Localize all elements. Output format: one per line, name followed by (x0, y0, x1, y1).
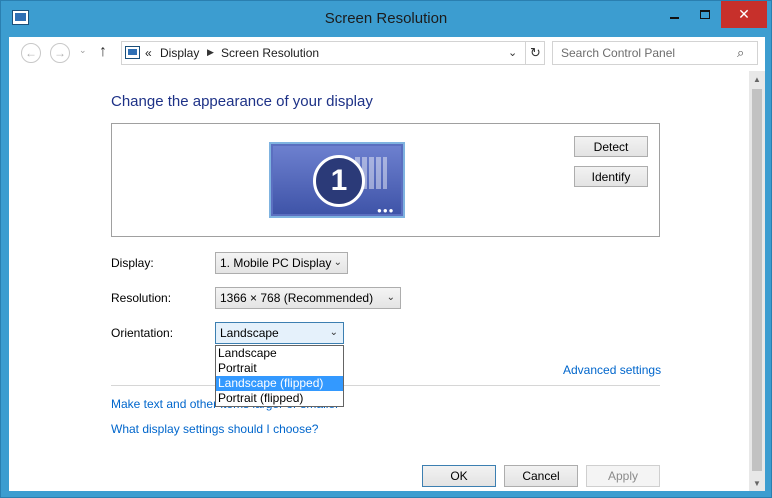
orientation-option-landscape[interactable]: Landscape (216, 346, 343, 361)
resolution-select[interactable]: 1366 × 768 (Recommended) ⌄ (215, 287, 401, 309)
chevron-down-icon: ⌄ (333, 257, 342, 268)
orientation-dropdown-list: Landscape Portrait Landscape (flipped) P… (215, 345, 344, 407)
search-box[interactable]: ⌕ (552, 41, 758, 65)
page-title: Change the appearance of your display (111, 93, 373, 110)
chevron-down-icon: ⌄ (329, 327, 338, 338)
vertical-scrollbar[interactable]: ▲ ▼ (749, 71, 765, 491)
orientation-option-portrait-flipped[interactable]: Portrait (flipped) (216, 391, 343, 406)
window-title: Screen Resolution (324, 10, 448, 27)
apply-button[interactable]: Apply (586, 465, 660, 487)
recent-locations-button[interactable]: ⌄ (79, 45, 87, 56)
scroll-down-icon[interactable]: ▼ (749, 475, 765, 491)
search-icon[interactable]: ⌕ (737, 45, 744, 61)
cancel-button[interactable]: Cancel (504, 465, 578, 487)
back-arrow-icon: ← (25, 46, 37, 60)
display-label: Display: (111, 256, 154, 270)
monitor-1[interactable]: 1 ●●● (269, 142, 405, 218)
chevron-down-icon: ⌄ (79, 45, 87, 55)
display-select-value: 1. Mobile PC Display (220, 256, 332, 270)
up-arrow-icon: ↑ (99, 43, 107, 60)
scroll-thumb[interactable] (752, 89, 762, 471)
display-select[interactable]: 1. Mobile PC Display ⌄ (215, 252, 348, 274)
search-input[interactable] (553, 42, 729, 64)
ok-button[interactable]: OK (422, 465, 496, 487)
breadcrumb-overflow[interactable]: « (145, 46, 152, 60)
chevron-down-icon: ⌄ (386, 292, 395, 303)
maximize-button[interactable] (691, 1, 719, 28)
breadcrumb[interactable]: « Display ▶ Screen Resolution ⌄ ↻ (121, 41, 545, 65)
scroll-up-icon[interactable]: ▲ (749, 71, 765, 87)
detect-button[interactable]: Detect (574, 136, 648, 157)
title-bar[interactable]: Screen Resolution ✕ (1, 1, 771, 37)
maximize-icon (700, 10, 710, 19)
up-button[interactable]: ↑ (99, 43, 107, 61)
close-button[interactable]: ✕ (721, 1, 767, 28)
breadcrumb-separator-icon[interactable]: ▶ (207, 47, 214, 58)
orientation-select[interactable]: Landscape ⌄ (215, 322, 344, 344)
monitor-number-badge: 1 (313, 155, 365, 207)
orientation-option-landscape-flipped[interactable]: Landscape (flipped) (216, 376, 343, 391)
refresh-icon: ↻ (530, 45, 541, 60)
close-icon: ✕ (738, 6, 750, 22)
address-dropdown-icon[interactable]: ⌄ (508, 46, 517, 59)
help-link[interactable]: What display settings should I choose? (111, 422, 318, 436)
orientation-select-value: Landscape (220, 326, 279, 340)
forward-arrow-icon: → (54, 46, 66, 60)
breadcrumb-display[interactable]: Display (160, 46, 199, 60)
monitor-screen: 1 ●●● (273, 146, 401, 215)
minimize-button[interactable] (660, 1, 688, 28)
monitor-dots-icon: ●●● (377, 206, 395, 215)
breadcrumb-screen-resolution[interactable]: Screen Resolution (221, 46, 319, 60)
forward-button[interactable]: → (50, 43, 70, 63)
advanced-settings-link[interactable]: Advanced settings (563, 363, 661, 377)
back-button[interactable]: ← (21, 43, 41, 63)
content-pane: Change the appearance of your display 1 … (9, 71, 749, 491)
resolution-label: Resolution: (111, 291, 172, 305)
resolution-select-value: 1366 × 768 (Recommended) (220, 291, 374, 305)
divider (111, 385, 660, 386)
control-panel-icon (125, 46, 140, 59)
screen-resolution-window: Screen Resolution ✕ ← → ⌄ ↑ « Display ▶ … (0, 0, 772, 498)
orientation-option-portrait[interactable]: Portrait (216, 361, 343, 376)
identify-button[interactable]: Identify (574, 166, 648, 187)
address-bar: ← → ⌄ ↑ « Display ▶ Screen Resolution ⌄ … (9, 37, 765, 71)
monitor-arrangement-panel: 1 ●●● Detect Identify (111, 123, 660, 237)
orientation-label: Orientation: (111, 326, 174, 340)
minimize-icon (669, 16, 679, 19)
refresh-button[interactable]: ↻ (525, 42, 545, 64)
